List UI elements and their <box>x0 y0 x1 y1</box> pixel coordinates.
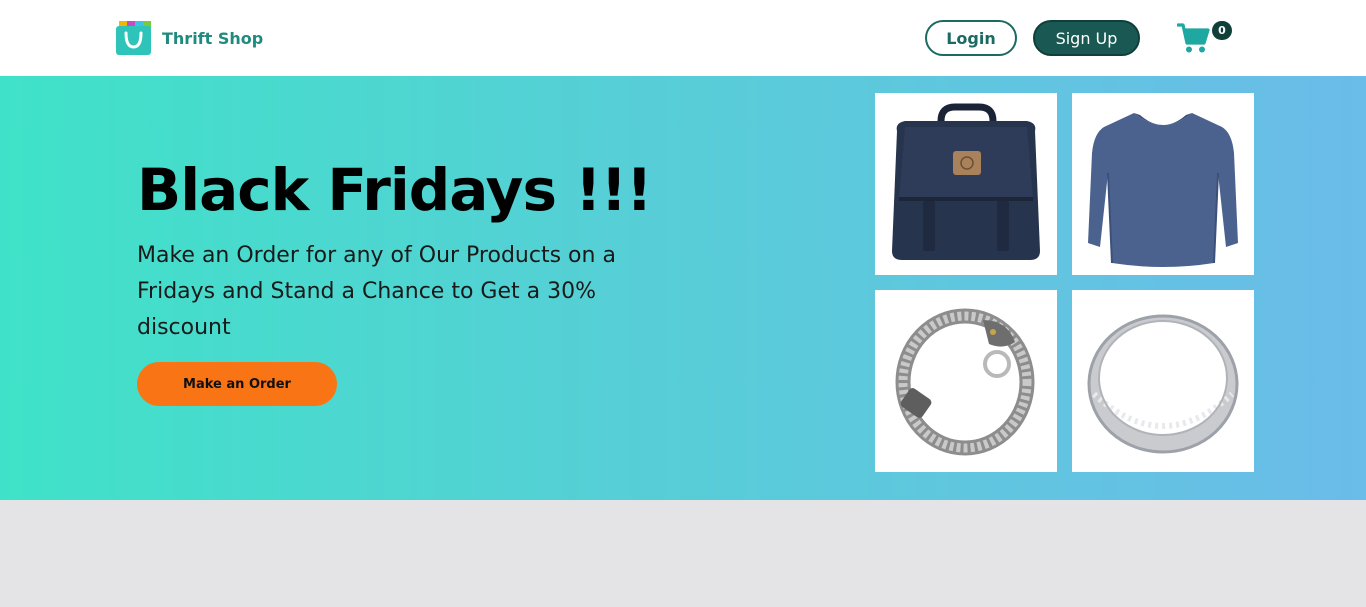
hero-description: Make an Order for any of Our Products on… <box>137 243 616 340</box>
signup-button[interactable]: Sign Up <box>1033 20 1140 56</box>
top-navbar: Thrift Shop Login Sign Up 0 <box>0 0 1366 76</box>
long-sleeve-shirt-icon <box>1088 113 1238 267</box>
hero-title: Black Fridays !!! <box>137 156 653 224</box>
hero-banner: Black Fridays !!! Make an Order for any … <box>0 76 1366 500</box>
product-tile-bracelet[interactable] <box>875 290 1057 472</box>
cart-button[interactable]: 0 <box>1175 18 1235 58</box>
product-tile-shirt[interactable] <box>1072 93 1254 275</box>
shopping-cart-icon <box>1177 23 1210 53</box>
cart-count-badge: 0 <box>1212 21 1232 40</box>
silver-ring-icon <box>1087 314 1239 454</box>
login-button[interactable]: Login <box>925 20 1017 56</box>
brand-home-link[interactable]: Thrift Shop <box>115 20 263 56</box>
product-tile-backpack[interactable] <box>875 93 1057 275</box>
chain-bracelet-icon <box>895 308 1035 456</box>
make-order-button[interactable]: Make an Order <box>137 362 337 406</box>
backpack-icon <box>892 103 1040 260</box>
products-section <box>0 500 1366 607</box>
shopping-bag-logo-icon <box>116 21 151 55</box>
product-tile-ring[interactable] <box>1072 290 1254 472</box>
brand-name: Thrift Shop <box>162 28 264 48</box>
